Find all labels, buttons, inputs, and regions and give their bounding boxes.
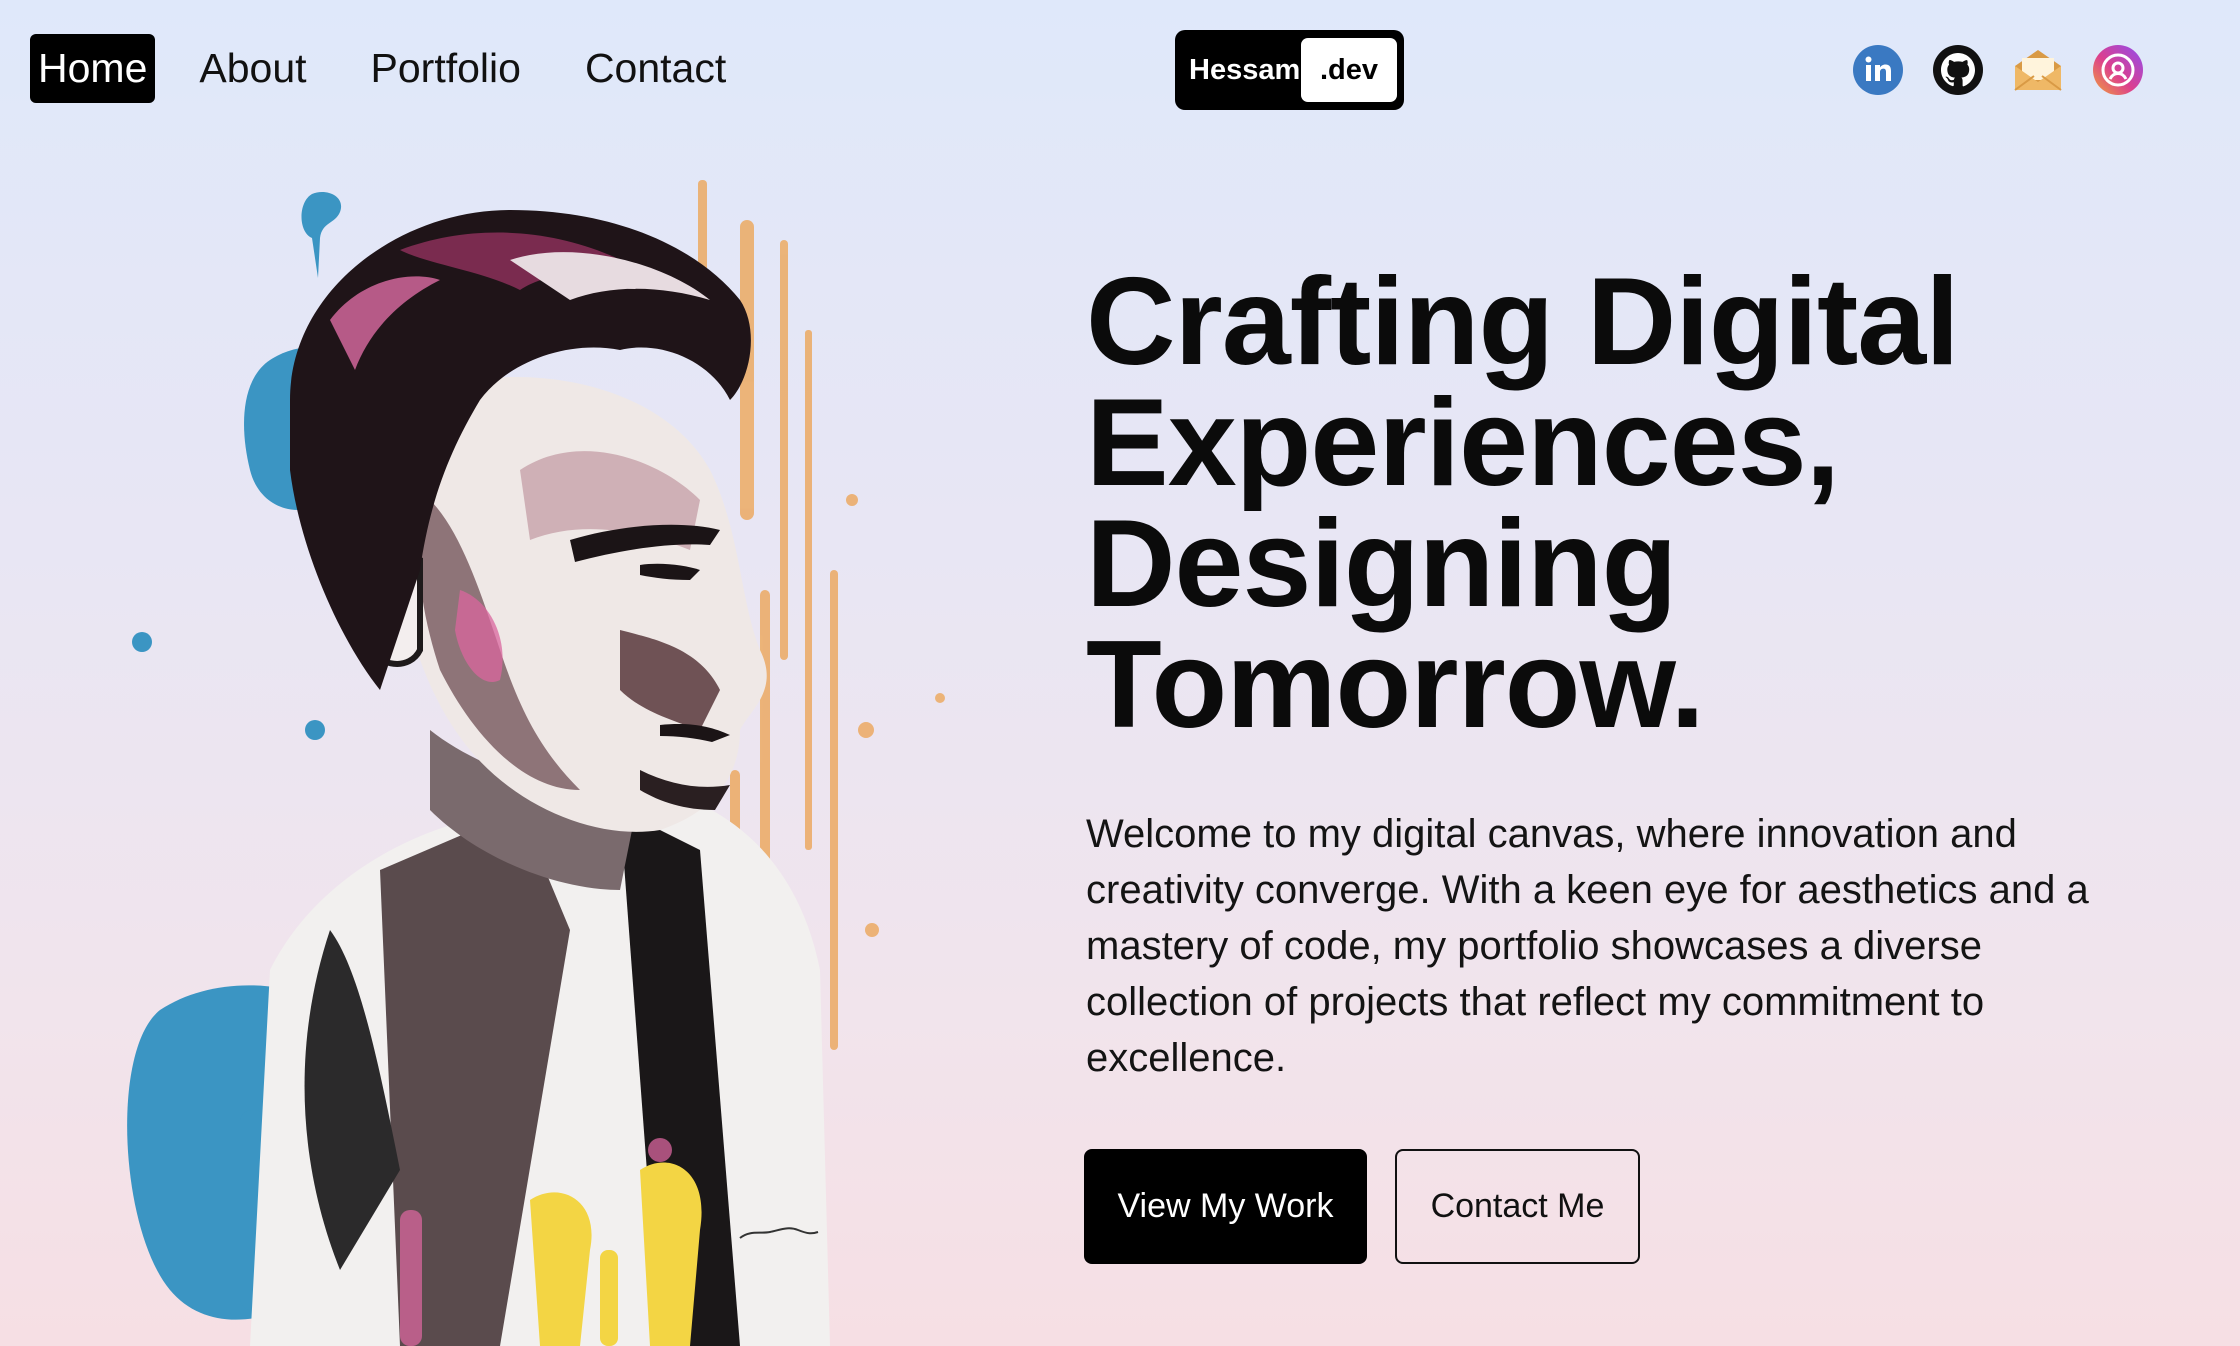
hero-headline: Crafting Digital Experiences, Designing …	[1086, 253, 1960, 754]
logo-name: Hessam	[1189, 53, 1301, 86]
logo-suffix: .dev	[1301, 38, 1397, 102]
linkedin-icon[interactable]	[1852, 44, 1904, 96]
instagram-icon[interactable]	[2092, 44, 2144, 96]
contact-me-button[interactable]: Contact Me	[1395, 1149, 1640, 1264]
view-my-work-button[interactable]: View My Work	[1084, 1149, 1367, 1264]
hero-portrait-illustration	[127, 180, 945, 1346]
nav-contact-link[interactable]: Contact	[577, 34, 734, 103]
hero-intro-text: Welcome to my digital canvas, where inno…	[1086, 812, 2089, 1080]
site-logo[interactable]: Hessam .dev	[1175, 30, 1404, 110]
social-links	[1852, 44, 2172, 96]
nav-portfolio-link[interactable]: Portfolio	[363, 34, 529, 103]
nav-home-link[interactable]: Home	[30, 34, 156, 103]
mail-icon[interactable]	[2012, 44, 2064, 96]
github-icon[interactable]	[1932, 44, 1984, 96]
main-nav: Home About Portfolio Contact	[30, 34, 782, 103]
nav-about-link[interactable]: About	[191, 34, 314, 103]
